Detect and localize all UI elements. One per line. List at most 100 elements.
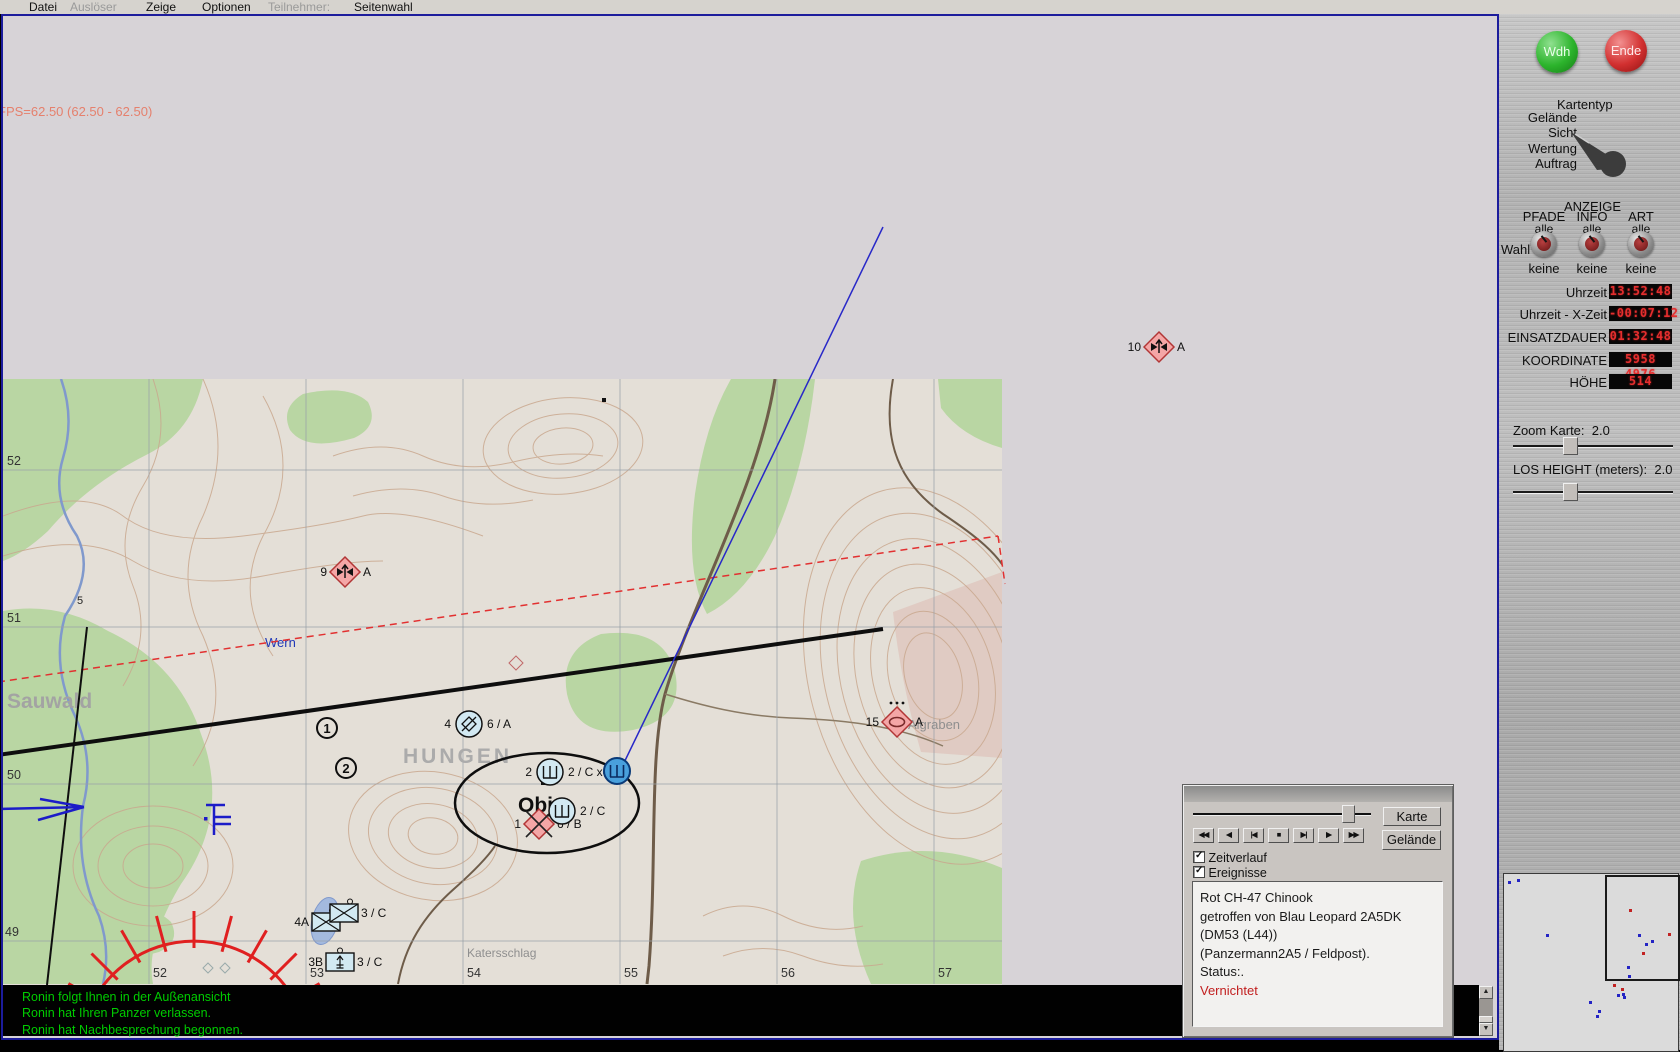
led-display: 01:32:48: [1609, 329, 1672, 344]
minimap-unit-dot: [1508, 881, 1511, 884]
minimap-unit-dot: [1613, 984, 1616, 987]
event-line: Rot CH-47 Chinook: [1200, 889, 1442, 908]
minimap-unit-dot: [1623, 996, 1626, 999]
los-height-slider-handle[interactable]: [1563, 483, 1578, 501]
step-forward-button[interactable]: ▶|: [1293, 828, 1314, 843]
gelaende-button[interactable]: Gelände: [1382, 830, 1441, 850]
los-height-slider-track[interactable]: [1513, 491, 1673, 494]
label-katerschlag: Katersschlag: [467, 946, 536, 960]
map-unit-selected_circle[interactable]: [604, 758, 630, 784]
checkbox-icon[interactable]: ✓: [1193, 851, 1205, 863]
checkbox-label: Zeitverlauf: [1208, 851, 1266, 865]
minimap-unit-dot: [1638, 934, 1641, 937]
svg-text:2 / C: 2 / C: [580, 804, 606, 818]
karte-button[interactable]: Karte: [1383, 807, 1441, 826]
wdh-button[interactable]: Wdh: [1536, 31, 1578, 73]
minimap-viewport-rect[interactable]: [1605, 875, 1680, 981]
svg-text:56: 56: [781, 966, 795, 980]
svg-text:4: 4: [444, 717, 451, 731]
zoom-karte-slider-handle[interactable]: [1563, 437, 1578, 455]
menu-optionen[interactable]: Optionen: [202, 0, 251, 14]
svg-text:3B: 3B: [308, 955, 323, 969]
scroll-down-icon[interactable]: ▼: [1479, 1023, 1493, 1036]
event-log[interactable]: Rot CH-47 Chinook getroffen von Blau Leo…: [1192, 881, 1443, 1027]
led-display: 514: [1609, 374, 1672, 389]
svg-text:50: 50: [7, 768, 21, 782]
overview-minimap[interactable]: [1503, 873, 1679, 1052]
svg-text:3 / C: 3 / C: [357, 955, 383, 969]
svg-text:3 / C: 3 / C: [361, 906, 387, 920]
topo-map-tiles: 52 53 54 55 56 57 52 51 50 49 Sauwald HU…: [3, 379, 1102, 985]
svg-text:15: 15: [866, 715, 880, 729]
kartentyp-option-auftrag[interactable]: Auftrag: [1499, 156, 1577, 171]
svg-text:54: 54: [467, 966, 481, 980]
svg-text:10: 10: [1128, 340, 1142, 354]
art-knob[interactable]: [1628, 231, 1654, 257]
readout-hoehe: HÖHE514: [1499, 374, 1675, 390]
readout-uhrzeit-x-zeit: Uhrzeit - X-Zeit-00:07:12: [1499, 306, 1675, 322]
minimap-unit-dot: [1629, 909, 1632, 912]
fast-forward-button[interactable]: ▶▶: [1343, 828, 1364, 843]
kartentyp-selector-knob[interactable]: [1569, 126, 1639, 178]
readout-einsatzdauer: EINSATZDAUER01:32:48: [1499, 329, 1675, 345]
svg-text:52: 52: [7, 454, 21, 468]
readout-uhrzeit: Uhrzeit13:52:48: [1499, 284, 1675, 300]
event-line: Status:.: [1200, 963, 1442, 982]
svg-text:1: 1: [514, 817, 521, 831]
svg-text:6 / A: 6 / A: [487, 717, 511, 731]
pfade-knob[interactable]: [1531, 231, 1557, 257]
event-line: getroffen von Blau Leopard 2A5DK: [1200, 908, 1442, 927]
ende-button[interactable]: Ende: [1605, 30, 1647, 72]
fps-counter: FPS=62.50 (62.50 - 62.50): [1, 104, 152, 119]
label-wern: Wern: [265, 635, 296, 650]
rewind-button[interactable]: ◀◀: [1193, 828, 1214, 843]
menu-seitenwahl[interactable]: Seitenwahl: [354, 0, 413, 14]
svg-text:57: 57: [938, 966, 952, 980]
console-scrollbar[interactable]: ▲ ▼: [1479, 986, 1493, 1036]
minimap-unit-dot: [1546, 934, 1549, 937]
svg-text:51: 51: [7, 611, 21, 625]
menu-zeige[interactable]: Zeige: [146, 0, 176, 14]
checkbox-icon[interactable]: ✓: [1193, 866, 1205, 878]
kartentyp-option-sicht[interactable]: Sicht: [1499, 125, 1577, 140]
checkbox-zeitverlauf[interactable]: ✓ Zeitverlauf: [1193, 851, 1267, 864]
event-line: (DM53 (L44)): [1200, 926, 1442, 945]
zoom-karte-value: 2.0: [1592, 423, 1610, 438]
minimap-unit-dot: [1621, 988, 1624, 991]
label-hungen: HUNGEN: [403, 745, 512, 768]
kartentyp-option-gelaende[interactable]: Gelände: [1499, 110, 1577, 125]
label-spot-height: 5: [77, 595, 83, 607]
svg-text:9: 9: [320, 565, 327, 579]
svg-text:2: 2: [342, 761, 349, 776]
minimap-unit-dot: [1617, 994, 1620, 997]
menu-ausloeser: Auslöser: [70, 0, 117, 14]
map-window: 52 53 54 55 56 57 52 51 50 49 Sauwald HU…: [1, 14, 1499, 1040]
menu-datei[interactable]: Datei: [29, 0, 57, 14]
step-back-button[interactable]: |◀: [1243, 828, 1264, 843]
playback-panel-titlebar[interactable]: [1184, 786, 1452, 802]
led-display: 13:52:48: [1609, 284, 1672, 299]
zoom-karte-slider-track[interactable]: [1513, 445, 1673, 448]
kartentyp-option-wertung[interactable]: Wertung: [1499, 141, 1577, 156]
svg-text:55: 55: [624, 966, 638, 980]
led-display: -00:07:12: [1609, 306, 1672, 321]
menu-teilnehmer: Teilnehmer:: [268, 0, 330, 14]
svg-text:1: 1: [323, 721, 330, 736]
play-reverse-button[interactable]: ◀: [1218, 828, 1239, 843]
scroll-up-icon[interactable]: ▲: [1479, 986, 1493, 999]
menu-bar: Datei Auslöser Zeige Optionen Teilnehmer…: [0, 0, 1680, 14]
stop-button[interactable]: ■: [1268, 828, 1289, 843]
kartentyp-options: Gelände Sicht Wertung Auftrag: [1499, 110, 1577, 172]
info-knob[interactable]: [1579, 231, 1605, 257]
los-height-label: LOS HEIGHT (meters): 2.0: [1513, 462, 1672, 477]
zoom-karte-label: Zoom Karte: 2.0: [1513, 423, 1610, 438]
scrollbar-thumb[interactable]: [1479, 1016, 1493, 1023]
play-button[interactable]: ▶: [1318, 828, 1339, 843]
svg-text:A: A: [915, 715, 923, 729]
checkbox-ereignisse[interactable]: ✓ Ereignisse: [1193, 866, 1267, 879]
event-line: (Panzermann2A5 / Feldpost).: [1200, 945, 1442, 964]
minimap-unit-dot: [1668, 933, 1671, 936]
map-unit-heli_red[interactable]: 10A: [1128, 332, 1185, 362]
minimap-unit-dot: [1651, 940, 1654, 943]
timeline-handle[interactable]: [1342, 805, 1355, 823]
